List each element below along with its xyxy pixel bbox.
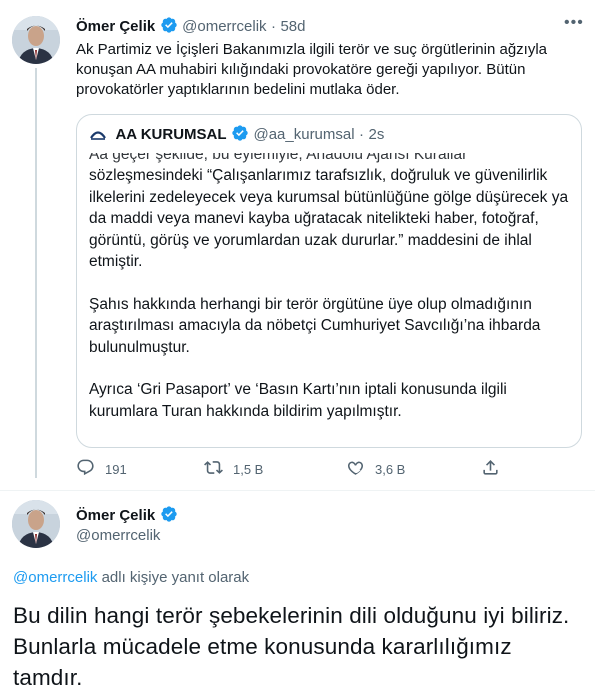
like-count: 3,6 B — [375, 461, 406, 477]
reply-button[interactable]: 191 — [76, 458, 127, 480]
heart-icon — [346, 458, 375, 480]
author-handle[interactable]: @omerrcelik — [76, 526, 160, 546]
tweet-time[interactable]: 58d — [280, 18, 305, 35]
tweet-text: Bu dilin hangi terör şebekelerinin dili … — [13, 603, 570, 690]
quoted-tweet-time[interactable]: 2s — [368, 126, 384, 143]
like-button[interactable]: 3,6 B — [346, 458, 405, 480]
avatar[interactable] — [12, 500, 60, 548]
verified-badge-icon — [160, 505, 178, 529]
tweet-divider — [0, 490, 595, 491]
separator-dot: · — [359, 126, 365, 143]
tweet-header: Ömer Çelik @omerrcelik · 58d — [76, 16, 305, 36]
quoted-tweet-header: AA KURUMSAL @aa_kurumsal · 2s — [89, 124, 384, 146]
share-icon — [481, 458, 510, 480]
statement-paragraph-3: Ayrıca ‘Gri Pasaport’ ve ‘Basın Kartı’nı… — [89, 381, 507, 420]
reply-count: 191 — [105, 461, 127, 477]
thread-connector-line — [35, 68, 37, 478]
separator-dot: · — [270, 18, 276, 35]
statement-paragraph-2: Şahıs hakkında herhangi bir terör örgütü… — [89, 295, 541, 356]
author-name[interactable]: Ömer Çelik — [76, 18, 155, 35]
retweet-icon — [204, 458, 233, 480]
tweet-text: Ak Partimiz ve İçişleri Bakanımızla ilgi… — [76, 41, 547, 98]
statement-text: sözleşmesindeki “Çalışanlarımız tarafsız… — [89, 165, 569, 443]
author-name[interactable]: Ömer Çelik — [76, 507, 155, 524]
reply-context: @omerrcelik adlı kişiye yanıt olarak — [13, 568, 249, 588]
quoted-author-name[interactable]: AA KURUMSAL — [115, 126, 226, 143]
retweet-button[interactable]: 1,5 B — [204, 458, 263, 480]
quoted-tweet-card[interactable]: AA KURUMSAL @aa_kurumsal · 2s Aa geçer ş… — [76, 114, 582, 448]
retweet-count: 1,5 B — [233, 461, 264, 477]
avatar[interactable] — [12, 16, 60, 64]
reply-icon — [76, 458, 105, 480]
cut-off-line: Aa geçer şekilde, bu eylemiyle, Anadolu … — [89, 153, 468, 163]
quoted-image[interactable]: Aa geçer şekilde, bu eylemiyle, Anadolu … — [77, 153, 581, 447]
quoted-author-handle[interactable]: @aa_kurumsal — [253, 126, 354, 143]
author-info: Ömer Çelik — [76, 505, 178, 525]
verified-badge-icon — [160, 16, 178, 40]
reply-to-label: adlı kişiye yanıt olarak — [97, 569, 250, 586]
reply-to-mention[interactable]: @omerrcelik — [13, 569, 97, 586]
aa-logo-icon — [89, 126, 107, 149]
verified-badge-icon — [231, 124, 249, 149]
author-handle[interactable]: @omerrcelik — [182, 18, 266, 35]
more-options-icon[interactable]: ••• — [564, 14, 584, 32]
statement-paragraph-1: sözleşmesindeki “Çalışanlarımız tarafsız… — [89, 167, 569, 270]
share-button[interactable] — [481, 458, 510, 480]
tweet-actions: 191 1,5 B 3,6 B — [76, 458, 506, 480]
